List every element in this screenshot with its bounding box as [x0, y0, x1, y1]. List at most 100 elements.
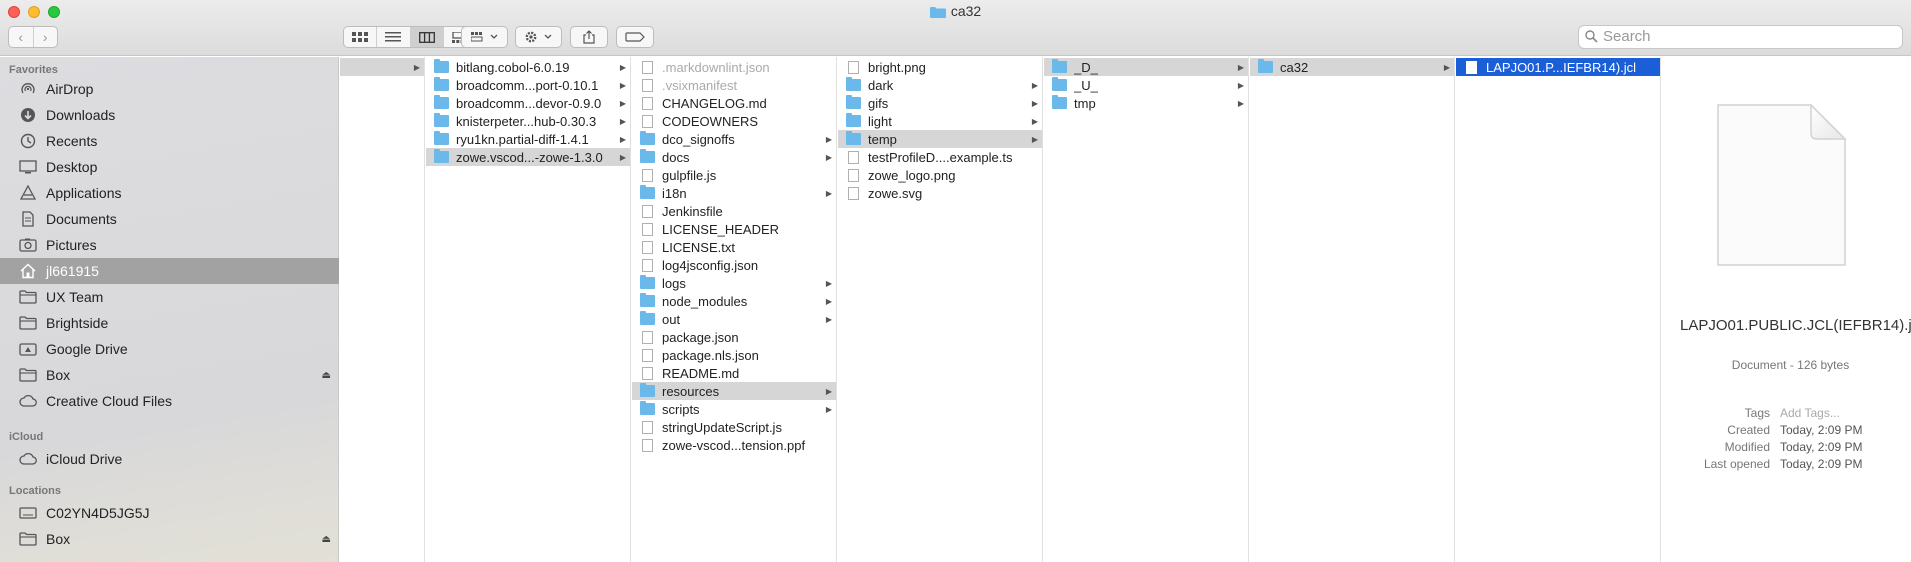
folder-icon: [434, 95, 449, 110]
browser-column: .markdownlint.json .vsixmanifest CHANGELOG…: [632, 57, 837, 562]
folder-row[interactable]: node_modules ▶: [632, 292, 836, 310]
sidebar-item-applications[interactable]: Applications: [0, 180, 339, 206]
file-row[interactable]: gulpfile.js: [632, 166, 836, 184]
sidebar-item-brightside[interactable]: Brightside: [0, 310, 339, 336]
file-row[interactable]: stringUpdateScript.js: [632, 418, 836, 436]
folder-icon: [640, 293, 655, 308]
sidebar-item-c02yn4d5jg5j[interactable]: C02YN4D5JG5J: [0, 500, 339, 526]
folder-row[interactable]: ▶: [340, 58, 424, 76]
browser-column: _D_ ▶ _U_ ▶ tmp ▶: [1044, 57, 1249, 562]
finder-window: ca32 ‹ › Search Favorites AirDrop Downlo…: [0, 0, 1911, 562]
folder-icon: [640, 185, 655, 200]
disclosure-arrow-icon: ▶: [1031, 98, 1039, 108]
folder-row[interactable]: ca32 ▶: [1250, 58, 1454, 76]
share-button[interactable]: [570, 26, 608, 48]
file-row[interactable]: LICENSE_HEADER: [632, 220, 836, 238]
sidebar-item-box[interactable]: Box ⏏: [0, 362, 339, 388]
sidebar-item-icloud-drive[interactable]: iCloud Drive: [0, 446, 339, 472]
file-row[interactable]: .vsixmanifest: [632, 76, 836, 94]
sidebar-item-desktop[interactable]: Desktop: [0, 154, 339, 180]
forward-button[interactable]: ›: [32, 27, 58, 47]
folder-row[interactable]: _D_ ▶: [1044, 58, 1248, 76]
search-placeholder: Search: [1603, 28, 1651, 45]
sidebar-item-recents[interactable]: Recents: [0, 128, 339, 154]
folder-row[interactable]: scripts ▶: [632, 400, 836, 418]
add-tags-field[interactable]: Add Tags...: [1780, 406, 1840, 420]
file-row[interactable]: CODEOWNERS: [632, 112, 836, 130]
tag-icon: [625, 32, 645, 42]
file-row[interactable]: Jenkinsfile: [632, 202, 836, 220]
folder-row[interactable]: logs ▶: [632, 274, 836, 292]
sidebar-item-documents[interactable]: Documents: [0, 206, 339, 232]
icon-view-button[interactable]: [344, 27, 376, 47]
file-row[interactable]: LAPJO01.P...IEFBR14).jcl: [1456, 58, 1660, 76]
file-row[interactable]: package.json: [632, 328, 836, 346]
sidebar-item-google-drive[interactable]: Google Drive: [0, 336, 339, 362]
eject-icon[interactable]: ⏏: [322, 370, 331, 381]
file-row[interactable]: zowe-vscod...tension.ppf: [632, 436, 836, 454]
folder-row[interactable]: resources ▶: [632, 382, 836, 400]
folder-row[interactable]: temp ▶: [838, 130, 1042, 148]
disclosure-arrow-icon: ▶: [825, 386, 833, 396]
folder-row[interactable]: i18n ▶: [632, 184, 836, 202]
view-mode-group: [343, 26, 477, 48]
sidebar-item-airdrop[interactable]: AirDrop: [0, 76, 339, 102]
file-icon: [640, 438, 655, 452]
disclosure-arrow-icon: ▶: [619, 98, 627, 108]
item-name: out: [662, 311, 681, 327]
folder-icon: [846, 77, 861, 92]
folder-row[interactable]: ryu1kn.partial-diff-1.4.1 ▶: [426, 130, 630, 148]
folder-row[interactable]: docs ▶: [632, 148, 836, 166]
sidebar-item-downloads[interactable]: Downloads: [0, 102, 339, 128]
file-icon: [640, 420, 655, 434]
computer-icon: [18, 504, 38, 522]
folder-icon: [1258, 59, 1273, 74]
folder-row[interactable]: knisterpeter...hub-0.30.3 ▶: [426, 112, 630, 130]
folder-row[interactable]: tmp ▶: [1044, 94, 1248, 112]
file-row[interactable]: CHANGELOG.md: [632, 94, 836, 112]
folder-row[interactable]: broadcomm...port-0.10.1 ▶: [426, 76, 630, 94]
sidebar-item-box[interactable]: Box ⏏: [0, 526, 339, 552]
file-row[interactable]: bright.png: [838, 58, 1042, 76]
folder-row[interactable]: broadcomm...devor-0.9.0 ▶: [426, 94, 630, 112]
file-row[interactable]: testProfileD....example.ts: [838, 148, 1042, 166]
folder-row[interactable]: zowe.vscod...-zowe-1.3.0 ▶: [426, 148, 630, 166]
action-menu-button[interactable]: [515, 26, 562, 48]
tags-button[interactable]: [616, 26, 654, 48]
icloud-header: iCloud: [9, 431, 44, 443]
sidebar-item-label: Box: [46, 531, 71, 547]
metadata-key: Modified: [1724, 440, 1770, 454]
sidebar-item-creative-cloud-files[interactable]: Creative Cloud Files: [0, 388, 339, 414]
item-name: bitlang.cobol-6.0.19: [456, 59, 570, 75]
column-view-button[interactable]: [409, 27, 443, 47]
folder-row[interactable]: _U_ ▶: [1044, 76, 1248, 94]
eject-icon[interactable]: ⏏: [322, 534, 331, 545]
folder-row[interactable]: bitlang.cobol-6.0.19 ▶: [426, 58, 630, 76]
metadata-row: Tags Add Tags...: [1670, 406, 1911, 423]
file-row[interactable]: README.md: [632, 364, 836, 382]
folder-row[interactable]: dco_signoffs ▶: [632, 130, 836, 148]
file-row[interactable]: log4jsconfig.json: [632, 256, 836, 274]
file-row[interactable]: zowe_logo.png: [838, 166, 1042, 184]
sidebar-item-pictures[interactable]: Pictures: [0, 232, 339, 258]
group-by-button[interactable]: [461, 26, 508, 48]
metadata-row: Modified Today, 2:09 PM: [1670, 440, 1911, 457]
file-row[interactable]: zowe.svg: [838, 184, 1042, 202]
folder-row[interactable]: gifs ▶: [838, 94, 1042, 112]
metadata-key: Tags: [1744, 406, 1770, 420]
folder-row[interactable]: dark ▶: [838, 76, 1042, 94]
list-view-button[interactable]: [376, 27, 409, 47]
file-row[interactable]: package.nls.json: [632, 346, 836, 364]
folder-row[interactable]: out ▶: [632, 310, 836, 328]
item-name: CODEOWNERS: [662, 113, 759, 129]
sidebar-item-ux-team[interactable]: UX Team: [0, 284, 339, 310]
folder-icon: [18, 314, 38, 332]
item-name: zowe_logo.png: [868, 167, 956, 183]
file-row[interactable]: LICENSE.txt: [632, 238, 836, 256]
folder-row[interactable]: light ▶: [838, 112, 1042, 130]
back-button[interactable]: ‹: [9, 27, 33, 47]
file-row[interactable]: .markdownlint.json: [632, 58, 836, 76]
search-field[interactable]: Search: [1578, 25, 1903, 49]
sidebar-item-jl661915[interactable]: jl661915: [0, 258, 339, 284]
disclosure-arrow-icon: ▶: [1237, 98, 1245, 108]
